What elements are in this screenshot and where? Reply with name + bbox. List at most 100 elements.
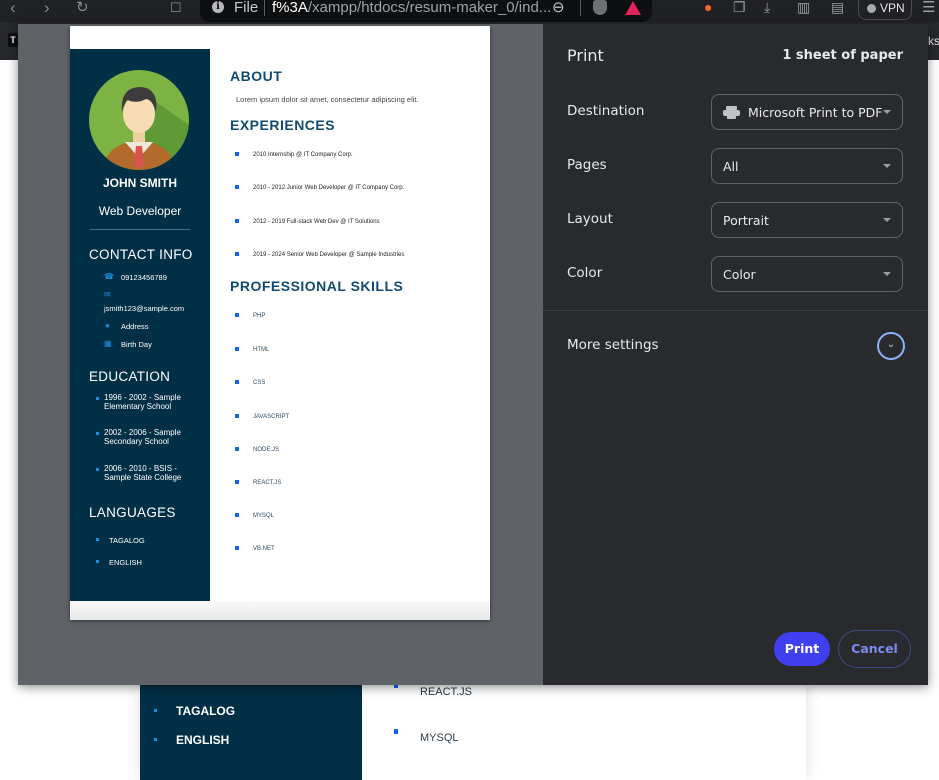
- language-item: TAGALOG: [96, 536, 145, 545]
- color-label: Color: [567, 265, 603, 281]
- bookmark-icon[interactable]: ☐: [170, 0, 182, 18]
- forward-icon[interactable]: ›: [44, 0, 50, 18]
- education-item: 2006 - 2010 - BSIS - Sample State Colleg…: [96, 464, 194, 482]
- experiences-heading: EXPERIENCES: [230, 117, 336, 133]
- contact-address: Address: [121, 322, 149, 331]
- address-scheme: File: [234, 0, 259, 16]
- resume-role: Web Developer: [98, 204, 182, 218]
- color-select[interactable]: Color: [711, 256, 903, 292]
- address-divider-2: [580, 0, 581, 16]
- menu-icon[interactable]: ☰: [922, 0, 935, 15]
- avatar: [89, 70, 189, 170]
- experience-item: 2010 Internship @ IT Company Corp.: [235, 152, 353, 158]
- address-host: f%3A: [272, 0, 308, 16]
- more-settings-label[interactable]: More settings: [567, 337, 659, 353]
- preview-page: JOHN SMITH Web Developer CONTACT INFO ☎ …: [70, 26, 490, 620]
- destination-select[interactable]: Microsoft Print to PDF: [711, 94, 903, 130]
- color-value: Color: [723, 267, 756, 282]
- dropdown-arrow-icon: [883, 164, 891, 168]
- address-url: f%3A/xampp/htdocs/resum-maker_0/ind...: [272, 0, 551, 15]
- skill-item: REACT.JS: [234, 480, 282, 486]
- pages-value: All: [723, 159, 739, 174]
- background-sidebar: TAGALOG ENGLISH: [140, 684, 362, 780]
- destination-label: Destination: [567, 103, 645, 119]
- vpn-label: VPN: [880, 1, 905, 15]
- layout-select[interactable]: Portrait: [711, 202, 903, 238]
- skill-item: JAVASCRIPT: [234, 414, 290, 420]
- print-dialog: JOHN SMITH Web Developer CONTACT INFO ☎ …: [18, 24, 928, 685]
- background-resume-page: TAGALOG ENGLISH REACT.JS MYSQL: [140, 683, 806, 780]
- skill-item: MYSQL: [234, 513, 275, 519]
- cancel-button[interactable]: Cancel: [838, 630, 911, 668]
- print-settings-panel: Print 1 sheet of paper Destination Micro…: [543, 24, 928, 685]
- about-heading: ABOUT: [230, 68, 283, 84]
- layout-value: Portrait: [723, 213, 769, 228]
- about-text: Lorem ipsum dolor sit amet, consectetur …: [236, 95, 419, 104]
- education-heading: EDUCATION: [89, 369, 171, 384]
- skill-item: VB.NET: [235, 546, 275, 552]
- skill-item: PHP: [234, 313, 266, 319]
- skills-heading: PROFESSIONAL SKILLS: [230, 278, 404, 294]
- dropdown-arrow-icon: [883, 110, 891, 114]
- skill-item: CSS: [234, 380, 266, 386]
- download-icon[interactable]: ⤓: [764, 0, 770, 15]
- print-preview: JOHN SMITH Web Developer CONTACT INFO ☎ …: [18, 24, 543, 685]
- settings-divider: [543, 310, 928, 311]
- calendar-icon: ▦: [104, 339, 112, 348]
- expand-chevron-icon[interactable]: ⌄: [877, 332, 905, 360]
- resume-name: JOHN SMITH: [102, 176, 177, 190]
- languages-heading: LANGUAGES: [89, 505, 176, 520]
- skill-item: NODE.JS: [234, 447, 280, 453]
- contact-birthday: Birth Day: [121, 340, 152, 349]
- vpn-status-icon: [867, 4, 876, 13]
- sidebar-divider: [90, 229, 190, 230]
- background-skill-item: MYSQL: [394, 729, 459, 744]
- location-icon: ●: [105, 321, 110, 330]
- print-title: Print: [567, 46, 604, 65]
- contact-heading: CONTACT INFO: [89, 247, 193, 262]
- education-item: 2002 - 2006 - Sample Secondary School: [96, 428, 194, 446]
- experience-item: 2019 - 2024 Senior Web Developer @ Sampl…: [234, 252, 405, 258]
- address-path: /xampp/htdocs/resum-maker_0/ind...: [307, 0, 552, 16]
- contact-phone: 09123456789: [121, 273, 167, 282]
- back-icon[interactable]: ‹: [10, 0, 16, 18]
- page-footer-margin: [70, 601, 490, 620]
- extension-icon[interactable]: ●: [704, 0, 712, 15]
- wallet-icon[interactable]: ▤: [831, 0, 844, 15]
- info-icon[interactable]: i: [212, 1, 224, 13]
- zoom-out-icon[interactable]: ⊖: [552, 0, 565, 15]
- resume-sidebar: JOHN SMITH Web Developer CONTACT INFO ☎ …: [70, 49, 210, 601]
- brave-shields-icon[interactable]: [593, 0, 607, 15]
- pages-select[interactable]: All: [711, 148, 903, 184]
- layout-label: Layout: [567, 211, 613, 227]
- skill-item: HTML: [234, 347, 270, 353]
- extensions-puzzle-icon[interactable]: ❐: [733, 0, 746, 15]
- email-icon: ✉: [104, 290, 111, 299]
- address-bar[interactable]: i File f%3A/xampp/htdocs/resum-maker_0/i…: [200, 0, 652, 22]
- background-language-item: TAGALOG: [153, 704, 236, 718]
- experience-item: 2012 - 2019 Full-stack Web Dev @ IT Solu…: [235, 219, 380, 225]
- vpn-button[interactable]: VPN: [858, 0, 912, 20]
- bookmarks-label-fragment[interactable]: ks: [928, 34, 939, 48]
- printer-icon: [723, 106, 740, 119]
- dropdown-arrow-icon: [883, 218, 891, 222]
- pages-label: Pages: [567, 157, 607, 173]
- experience-item: 2010 - 2012 Junior Web Developer @ IT Co…: [234, 185, 405, 191]
- brave-rewards-icon[interactable]: [625, 1, 641, 15]
- contact-email: jsmith123@sample.com: [104, 304, 185, 313]
- sheet-count: 1 sheet of paper: [782, 48, 903, 63]
- language-item: ENGLISH: [96, 558, 142, 567]
- bookmark-favicon[interactable]: T: [8, 33, 18, 47]
- dropdown-arrow-icon: [883, 272, 891, 276]
- avatar-illustration: [103, 87, 189, 170]
- reload-icon[interactable]: ↻: [76, 0, 89, 18]
- destination-value: Microsoft Print to PDF: [748, 105, 883, 120]
- address-divider: [264, 0, 265, 16]
- print-button[interactable]: Print: [774, 632, 830, 666]
- sidebar-icon[interactable]: ▥: [797, 0, 810, 15]
- browser-toolbar: ‹ › ↻ ☐ i File f%3A/xampp/htdocs/resum-m…: [0, 0, 939, 22]
- background-language-item: ENGLISH: [153, 733, 230, 747]
- background-skill-item: REACT.JS: [394, 683, 472, 698]
- phone-icon: ☎: [104, 272, 114, 281]
- education-item: 1996 - 2002 - Sample Elementary School: [96, 393, 194, 411]
